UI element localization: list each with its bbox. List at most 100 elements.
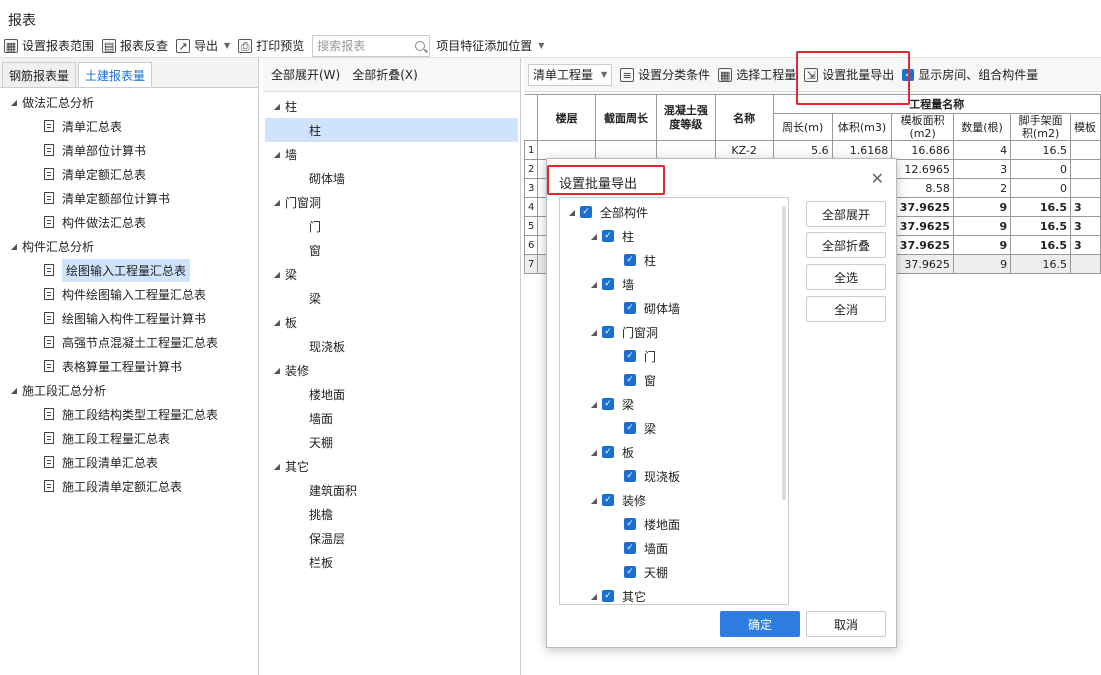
tree-item-selected[interactable]: 绘图输入工程量汇总表 bbox=[0, 258, 258, 282]
component-item[interactable]: 天棚 bbox=[263, 430, 520, 454]
tree-item[interactable]: 绘图输入构件工程量计算书 bbox=[0, 306, 258, 330]
collapse-icon[interactable]: ◢ bbox=[8, 242, 20, 251]
collapse-icon[interactable]: ◢ bbox=[588, 448, 600, 457]
checkbox-checked-icon[interactable]: ✓ bbox=[602, 278, 614, 290]
export-button[interactable]: ↗ 导出 ▼ bbox=[176, 37, 230, 54]
tab-rebar-report[interactable]: 钢筋报表量 bbox=[2, 62, 77, 87]
collapse-all-button[interactable]: 全部折叠(X) bbox=[352, 66, 418, 83]
checkbox-checked-icon[interactable]: ✓ bbox=[602, 446, 614, 458]
dialog-item[interactable]: ✓ 天棚 bbox=[560, 560, 788, 584]
collapse-icon[interactable]: ◢ bbox=[271, 366, 283, 375]
component-item[interactable]: 窗 bbox=[263, 238, 520, 262]
tree-item[interactable]: 清单定额汇总表 bbox=[0, 162, 258, 186]
checkbox-checked-icon[interactable]: ✓ bbox=[624, 302, 636, 314]
expand-all-button[interactable]: 全部展开(W) bbox=[271, 66, 340, 83]
collapse-icon[interactable]: ◢ bbox=[271, 150, 283, 159]
component-item[interactable]: 保温层 bbox=[263, 526, 520, 550]
collapse-icon[interactable]: ◢ bbox=[271, 462, 283, 471]
tree-group[interactable]: ◢ 施工段汇总分析 bbox=[0, 378, 258, 402]
component-item-selected[interactable]: 柱 bbox=[265, 118, 518, 142]
set-range-button[interactable]: ▦ 设置报表范围 bbox=[4, 37, 94, 54]
tree-item[interactable]: 清单汇总表 bbox=[0, 114, 258, 138]
dialog-item[interactable]: ✓ 梁 bbox=[560, 416, 788, 440]
collapse-icon[interactable]: ◢ bbox=[588, 232, 600, 241]
checkbox-checked-icon[interactable]: ✓ bbox=[624, 518, 636, 530]
checkbox-checked-icon[interactable]: ✓ bbox=[602, 326, 614, 338]
checkbox-checked-icon[interactable]: ✓ bbox=[624, 374, 636, 386]
checkbox-checked-icon[interactable]: ✓ bbox=[602, 494, 614, 506]
table-row[interactable]: 1 KZ-2 5.6 1.6168 16.686 4 16.5 bbox=[523, 140, 1101, 160]
dialog-group[interactable]: ◢ ✓ 梁 bbox=[560, 392, 788, 416]
checkbox-checked-icon[interactable]: ✓ bbox=[580, 206, 592, 218]
component-item[interactable]: 门 bbox=[263, 214, 520, 238]
print-preview-button[interactable]: ⎙ 打印预览 bbox=[238, 37, 304, 54]
collapse-icon[interactable]: ◢ bbox=[271, 198, 283, 207]
tree-item[interactable]: 施工段清单汇总表 bbox=[0, 450, 258, 474]
tree-item[interactable]: 构件做法汇总表 bbox=[0, 210, 258, 234]
reverse-check-button[interactable]: ▤ 报表反查 bbox=[102, 37, 168, 54]
component-item[interactable]: 栏板 bbox=[263, 550, 520, 574]
checkbox-checked-icon[interactable]: ✓ bbox=[624, 422, 636, 434]
dialog-group[interactable]: ◢ ✓ 装修 bbox=[560, 488, 788, 512]
component-item[interactable]: 现浇板 bbox=[263, 334, 520, 358]
select-quantity-button[interactable]: ▦ 选择工程量 bbox=[718, 66, 796, 83]
tree-item[interactable]: 表格算量工程量计算书 bbox=[0, 354, 258, 378]
checkbox-checked-icon[interactable]: ✓ bbox=[624, 470, 636, 482]
set-category-button[interactable]: ≡ 设置分类条件 bbox=[620, 66, 710, 83]
report-search-input[interactable]: 搜索报表 bbox=[312, 34, 431, 57]
dialog-expand-all-button[interactable]: 全部展开 bbox=[806, 201, 886, 227]
tree-item[interactable]: 施工段结构类型工程量汇总表 bbox=[0, 402, 258, 426]
component-group[interactable]: ◢ 板 bbox=[263, 310, 520, 334]
close-icon[interactable]: ✕ bbox=[871, 169, 884, 188]
collapse-icon[interactable]: ◢ bbox=[588, 592, 600, 601]
dialog-item[interactable]: ✓ 楼地面 bbox=[560, 512, 788, 536]
tree-item[interactable]: 构件绘图输入工程量汇总表 bbox=[0, 282, 258, 306]
component-group[interactable]: ◢ 装修 bbox=[263, 358, 520, 382]
tab-civil-report[interactable]: 土建报表量 bbox=[78, 62, 153, 87]
component-group[interactable]: ◢ 墙 bbox=[263, 142, 520, 166]
component-group[interactable]: ◢ 梁 bbox=[263, 262, 520, 286]
checkbox-checked-icon[interactable]: ✓ bbox=[602, 230, 614, 242]
component-item[interactable]: 墙面 bbox=[263, 406, 520, 430]
tree-group[interactable]: ◢ 构件汇总分析 bbox=[0, 234, 258, 258]
component-item[interactable]: 砌体墙 bbox=[263, 166, 520, 190]
scrollbar[interactable] bbox=[782, 206, 786, 500]
dialog-item[interactable]: ✓ 柱 bbox=[560, 248, 788, 272]
select-all-button[interactable]: 全选 bbox=[806, 264, 886, 290]
tree-item[interactable]: 高强节点混凝土工程量汇总表 bbox=[0, 330, 258, 354]
dialog-group[interactable]: ◢ ✓ 柱 bbox=[560, 224, 788, 248]
component-item[interactable]: 楼地面 bbox=[263, 382, 520, 406]
deselect-all-button[interactable]: 全消 bbox=[806, 296, 886, 322]
tree-group[interactable]: ◢ 做法汇总分析 bbox=[0, 90, 258, 114]
tree-item[interactable]: 清单部位计算书 bbox=[0, 138, 258, 162]
checkbox-checked-icon[interactable]: ✓ bbox=[624, 350, 636, 362]
collapse-icon[interactable]: ◢ bbox=[271, 318, 283, 327]
dialog-item[interactable]: ✓ 砌体墙 bbox=[560, 296, 788, 320]
quantity-type-select[interactable]: 清单工程量 ▼ bbox=[528, 63, 613, 86]
component-group[interactable]: ◢ 门窗洞 bbox=[263, 190, 520, 214]
dialog-root-item[interactable]: ◢ ✓ 全部构件 bbox=[560, 200, 788, 224]
tree-item[interactable]: 施工段工程量汇总表 bbox=[0, 426, 258, 450]
checkbox-checked-icon[interactable]: ✓ bbox=[624, 254, 636, 266]
component-group[interactable]: ◢ 柱 bbox=[263, 94, 520, 118]
checkbox-checked-icon[interactable]: ✓ bbox=[624, 542, 636, 554]
collapse-icon[interactable]: ◢ bbox=[8, 98, 20, 107]
collapse-icon[interactable]: ◢ bbox=[271, 102, 283, 111]
component-item[interactable]: 挑檐 bbox=[263, 502, 520, 526]
collapse-icon[interactable]: ◢ bbox=[588, 328, 600, 337]
collapse-icon[interactable]: ◢ bbox=[588, 280, 600, 289]
show-room-checkbox[interactable]: ✓ 显示房间、组合构件量 bbox=[902, 66, 1038, 83]
dialog-collapse-all-button[interactable]: 全部折叠 bbox=[806, 232, 886, 258]
component-item[interactable]: 梁 bbox=[263, 286, 520, 310]
collapse-icon[interactable]: ◢ bbox=[566, 208, 578, 217]
collapse-icon[interactable]: ◢ bbox=[271, 270, 283, 279]
dialog-item[interactable]: ✓ 现浇板 bbox=[560, 464, 788, 488]
collapse-icon[interactable]: ◢ bbox=[588, 400, 600, 409]
collapse-icon[interactable]: ◢ bbox=[588, 496, 600, 505]
checkbox-checked-icon[interactable]: ✓ bbox=[624, 566, 636, 578]
dialog-item[interactable]: ✓ 门 bbox=[560, 344, 788, 368]
checkbox-checked-icon[interactable]: ✓ bbox=[602, 398, 614, 410]
ok-button[interactable]: 确定 bbox=[720, 611, 800, 637]
dialog-group[interactable]: ◢ ✓ 其它 bbox=[560, 584, 788, 604]
tree-item[interactable]: 清单定额部位计算书 bbox=[0, 186, 258, 210]
